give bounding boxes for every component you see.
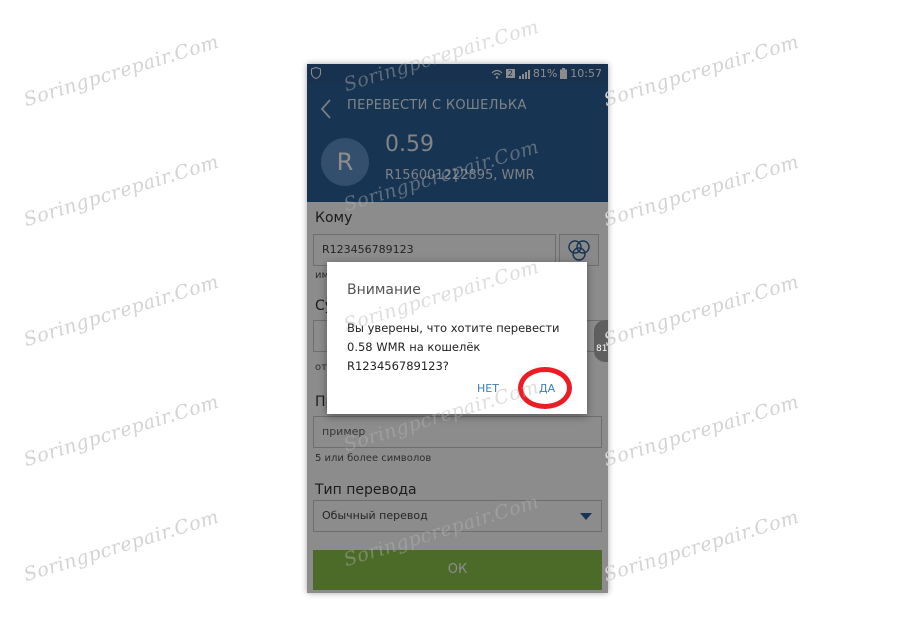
watermark: Soringpcrepair.Com — [601, 30, 802, 112]
side-badge: 81 — [596, 344, 608, 354]
watermark: Soringpcrepair.Com — [21, 505, 222, 587]
confirm-dialog: Внимание Вы уверены, что хотите перевест… — [327, 262, 587, 414]
no-button[interactable]: НЕТ — [477, 382, 499, 395]
watermark: Soringpcrepair.Com — [601, 270, 802, 352]
watermark: Soringpcrepair.Com — [21, 390, 222, 472]
watermark: Soringpcrepair.Com — [601, 150, 802, 232]
watermark: Soringpcrepair.Com — [601, 390, 802, 472]
watermark: Soringpcrepair.Com — [601, 505, 802, 587]
watermark: Soringpcrepair.Com — [21, 150, 222, 232]
highlight-ring — [518, 367, 572, 409]
watermark: Soringpcrepair.Com — [21, 270, 222, 352]
watermark: Soringpcrepair.Com — [21, 30, 222, 112]
phone-screen: 2 81% 10:57 ПЕРЕВЕСТИ С КОШЕЛЬКА R 0.59 … — [307, 64, 608, 593]
dialog-title: Внимание — [347, 282, 421, 298]
side-drawer-handle[interactable]: ⋮ 81 — [594, 319, 608, 362]
more-dots-icon: ⋮ — [604, 319, 608, 329]
